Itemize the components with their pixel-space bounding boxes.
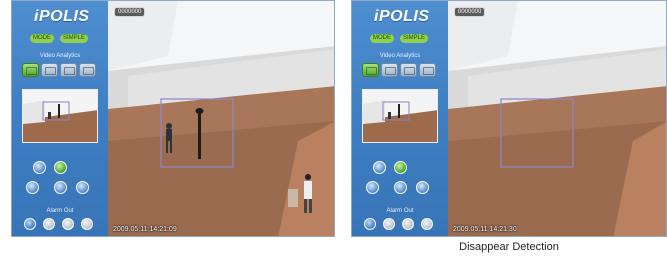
video-analytics-label: Video Analytics [379,53,421,59]
preview-thumbnail[interactable] [362,89,438,143]
ptz-home-button[interactable] [394,161,407,174]
camera-view[interactable]: 0000000 2009.05.11 14:21:30 [448,1,666,236]
ptz-up-button[interactable] [33,161,46,174]
va-appearing-button[interactable] [419,63,436,77]
alarm-out-2-button[interactable] [43,218,55,230]
control-sidebar: iPOLIS MODE SIMPLE Video Analytics Alarm… [352,1,448,236]
alarm-out-label: Alarm Out [46,208,74,214]
ptz-right-button[interactable] [76,181,89,194]
va-entering-button[interactable] [41,63,58,77]
simple-button[interactable]: SIMPLE [60,34,88,43]
alarm-out-3-button[interactable] [402,218,414,230]
ipolis-logo: iPOLIS [374,8,430,25]
alarm-out-label: Alarm Out [386,208,414,214]
alarm-out-4-button[interactable] [81,218,93,230]
alarm-out-3-button[interactable] [62,218,74,230]
va-entering-button[interactable] [381,63,398,77]
timestamp: 2009.05.11 14:21:09 [113,226,177,233]
mode-button[interactable]: MODE [30,34,54,43]
preview-thumbnail[interactable] [22,89,98,143]
alarm-out-1-button[interactable] [24,218,36,230]
va-appearing-button[interactable] [79,63,96,77]
ptz-home-button[interactable] [54,161,67,174]
va-passing-button[interactable] [362,63,379,77]
camera-panel-after: iPOLIS MODE SIMPLE Video Analytics Alarm… [351,0,667,237]
ptz-left-button[interactable] [26,181,39,194]
ptz-up-button[interactable] [373,161,386,174]
alarm-out-2-button[interactable] [383,218,395,230]
rec-badge: 0000000 [454,7,486,17]
simple-button[interactable]: SIMPLE [400,34,428,43]
ptz-center-button[interactable] [54,181,67,194]
ptz-center-button[interactable] [394,181,407,194]
ptz-left-button[interactable] [366,181,379,194]
mode-button[interactable]: MODE [370,34,394,43]
figure-caption: Disappear Detection [459,241,559,253]
rec-badge: 0000000 [114,7,146,17]
va-exiting-button[interactable] [400,63,417,77]
va-exiting-button[interactable] [60,63,77,77]
alarm-out-1-button[interactable] [364,218,376,230]
va-passing-button[interactable] [22,63,39,77]
ptz-right-button[interactable] [416,181,429,194]
camera-view[interactable]: 0000000 2009.05.11 14:21:09 [108,1,334,236]
video-analytics-label: Video Analytics [39,53,81,59]
alarm-out-4-button[interactable] [421,218,433,230]
control-sidebar: iPOLIS MODE SIMPLE Video Analytics Alarm… [12,1,108,236]
ipolis-logo: iPOLIS [34,8,90,25]
timestamp: 2009.05.11 14:21:30 [453,226,517,233]
camera-panel-before: iPOLIS MODE SIMPLE Video Analytics Alarm… [11,0,335,237]
